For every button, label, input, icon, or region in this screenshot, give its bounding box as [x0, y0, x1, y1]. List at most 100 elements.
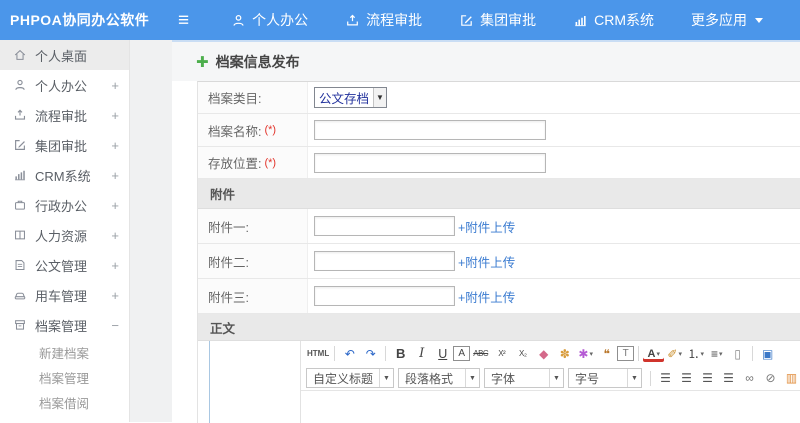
editor-content[interactable]	[301, 391, 800, 423]
source-code-icon[interactable]: HTML	[306, 344, 330, 364]
menu-toggle-icon[interactable]: ≡	[178, 11, 189, 30]
paragraph-format-select[interactable]: 段落格式▼	[398, 368, 480, 388]
image-icon[interactable]: ▥	[781, 368, 800, 388]
top-navigation-bar: PHPOA协同办公软件 ≡ 个人办公 流程审批 集团审批 CRM系统 更多应用	[0, 0, 800, 40]
nav-crm-system[interactable]: CRM系统	[573, 10, 654, 30]
expand-plus-icon[interactable]: +	[111, 108, 119, 123]
align-justify-icon[interactable]: ☰	[718, 368, 739, 388]
attachment-1-input[interactable]	[314, 216, 455, 236]
sidebar-item-personal-office[interactable]: 个人办公 +	[0, 70, 129, 100]
nav-group-approval[interactable]: 集团审批	[459, 10, 536, 30]
attachment-3-row: 附件三: +附件上传	[198, 279, 800, 314]
sidebar-subitem-new-archive[interactable]: 新建档案	[0, 340, 129, 365]
font-size-select[interactable]: 字号▼	[568, 368, 642, 388]
caret-down-icon: ▾	[700, 350, 704, 358]
edit-icon	[459, 13, 474, 28]
user-icon	[13, 78, 27, 92]
caret-down-icon	[755, 18, 763, 23]
caret-down-icon: ▾	[656, 350, 660, 358]
attachment-2-input[interactable]	[314, 251, 455, 271]
archive-name-input[interactable]	[314, 120, 546, 140]
expand-plus-icon[interactable]: +	[111, 138, 119, 153]
expand-plus-icon[interactable]: +	[111, 198, 119, 213]
sidebar-subitem-archive-management[interactable]: 档案管理	[0, 365, 129, 390]
new-document-icon[interactable]: ▯	[727, 344, 748, 364]
sidebar-item-archive-management[interactable]: 档案管理 −	[0, 310, 129, 340]
expand-plus-icon[interactable]: +	[111, 78, 119, 93]
attachment-1-label: 附件一:	[208, 217, 249, 236]
select-caret-icon: ▼	[465, 369, 479, 387]
page-title: 档案信息发布	[216, 52, 300, 72]
blockquote-icon[interactable]: ❝	[596, 344, 617, 364]
superscript-icon[interactable]: X²	[491, 344, 512, 364]
sidebar-item-workflow-approval[interactable]: 流程审批 +	[0, 100, 129, 130]
link-icon[interactable]: ∞	[739, 368, 760, 388]
redo-icon[interactable]: ↷	[360, 344, 381, 364]
archive-name-label: 档案名称:	[208, 121, 261, 140]
attachment-2-label: 附件二:	[208, 252, 249, 271]
attachment-2-upload-link[interactable]: +附件上传	[458, 252, 515, 271]
eraser-icon[interactable]: ◆	[533, 344, 554, 364]
archive-name-row: 档案名称: (*)	[198, 114, 800, 147]
attachment-3-input[interactable]	[314, 286, 455, 306]
rich-text-editor: HTML ↶↷ BIUAABCX²X₂◆✽✱▾❝T A▾✐▾⒈▾≡▾▯ ▣ 自定义标题▼…	[301, 341, 800, 423]
sidebar-item-human-resources[interactable]: 人力资源 +	[0, 220, 129, 250]
paste-plain-icon[interactable]: T	[617, 346, 634, 361]
align-left-icon[interactable]: ☰	[655, 368, 676, 388]
workflow-icon	[345, 13, 360, 28]
forecolor-icon[interactable]: A▾	[643, 346, 664, 362]
strikethrough-icon[interactable]: ABC	[470, 344, 491, 364]
expand-plus-icon[interactable]: +	[111, 168, 119, 183]
sidebar-subitem-archive-borrow[interactable]: 档案借阅	[0, 390, 129, 415]
underline-icon[interactable]: U	[432, 344, 453, 364]
unordered-list-icon[interactable]: ≡▾	[706, 344, 727, 364]
custom-title-select[interactable]: 自定义标题▼	[306, 368, 394, 388]
storage-location-row: 存放位置: (*)	[198, 147, 800, 179]
chart-icon	[13, 168, 27, 182]
fullscreen-icon[interactable]: ▣	[757, 344, 778, 364]
nav-personal-office[interactable]: 个人办公	[231, 10, 308, 30]
nav-more-apps[interactable]: 更多应用	[691, 10, 763, 30]
archive-category-select[interactable]: 公文存档 ▼	[314, 87, 387, 108]
storage-location-input[interactable]	[314, 153, 546, 173]
bold-icon[interactable]: B	[390, 344, 411, 364]
hilitecolor-icon[interactable]: ✐▾	[664, 344, 685, 364]
select-caret-icon: ▼	[373, 88, 386, 107]
sidebar-item-admin-office[interactable]: 行政办公 +	[0, 190, 129, 220]
editor-toolbar-row1: HTML ↶↷ BIUAABCX²X₂◆✽✱▾❝T A▾✐▾⒈▾≡▾▯ ▣	[301, 341, 800, 366]
toolbar-separator	[650, 371, 651, 386]
attachment-1-upload-link[interactable]: +附件上传	[458, 217, 515, 236]
sidebar-item-crm-system[interactable]: CRM系统 +	[0, 160, 129, 190]
expand-plus-icon[interactable]: +	[111, 228, 119, 243]
caret-down-icon: ▾	[678, 350, 682, 358]
attachment-3-upload-link[interactable]: +附件上传	[458, 287, 515, 306]
align-right-icon[interactable]: ☰	[697, 368, 718, 388]
nav-workflow-approval[interactable]: 流程审批	[345, 10, 422, 30]
editor-left-spacer	[210, 341, 301, 423]
expand-plus-icon[interactable]: +	[111, 258, 119, 273]
body-editor-row: HTML ↶↷ BIUAABCX²X₂◆✽✱▾❝T A▾✐▾⒈▾≡▾▯ ▣ 自定义标题▼…	[198, 341, 800, 423]
archive-category-row: 档案类目: 公文存档 ▼	[198, 82, 800, 114]
align-center-icon[interactable]: ☰	[676, 368, 697, 388]
subscript-icon[interactable]: X₂	[512, 344, 533, 364]
archive-category-label: 档案类目:	[208, 88, 261, 107]
sidebar-item-personal-desktop[interactable]: 个人桌面	[0, 40, 129, 70]
italic-icon[interactable]: I	[411, 344, 432, 364]
briefcase-icon	[13, 198, 27, 212]
font-frame-icon[interactable]: A	[453, 346, 470, 361]
paint-format-icon[interactable]: ✱▾	[575, 344, 596, 364]
top-menu: 个人办公 流程审批 集团审批 CRM系统 更多应用	[231, 10, 763, 30]
archive-form: 档案类目: 公文存档 ▼ 档案名称: (*)	[197, 81, 800, 423]
collapse-minus-icon[interactable]: −	[111, 318, 119, 333]
sidebar-item-vehicle-management[interactable]: 用车管理 +	[0, 280, 129, 310]
expand-plus-icon[interactable]: +	[111, 288, 119, 303]
id-card-icon	[13, 228, 27, 242]
ordered-list-icon[interactable]: ⒈▾	[685, 344, 706, 364]
clear-format-icon[interactable]: ✽	[554, 344, 575, 364]
unlink-icon[interactable]: ⊘	[760, 368, 781, 388]
sidebar-item-document-management[interactable]: 公文管理 +	[0, 250, 129, 280]
undo-icon[interactable]: ↶	[339, 344, 360, 364]
font-family-select[interactable]: 字体▼	[484, 368, 564, 388]
toolbar-separator	[752, 346, 753, 361]
sidebar-item-group-approval[interactable]: 集团审批 +	[0, 130, 129, 160]
